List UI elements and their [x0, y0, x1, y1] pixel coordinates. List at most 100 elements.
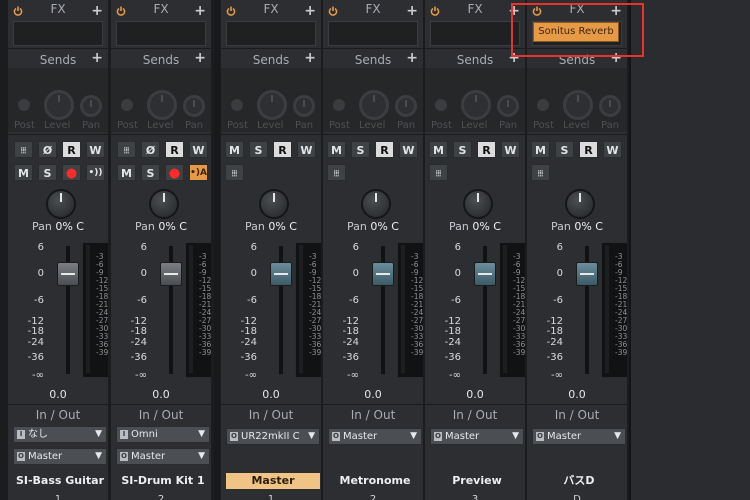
send-pan-knob[interactable] [293, 95, 315, 117]
send-level-knob[interactable] [44, 90, 74, 120]
send-level-knob[interactable] [563, 90, 593, 120]
sends-header: Sends + [221, 50, 321, 68]
solo-button[interactable]: S [38, 164, 57, 181]
send-level-knob[interactable] [257, 90, 287, 120]
track-name[interactable]: SI-Bass Guitar [13, 473, 107, 489]
add-fx-icon[interactable]: + [194, 4, 206, 18]
phase-button[interactable]: Ø [141, 141, 160, 158]
write-button[interactable]: W [603, 141, 622, 158]
level-meter: -3 -6 -9 -12 -15 -18 -21 -24 -27 -30 -33… [185, 242, 211, 378]
pan-knob[interactable] [463, 189, 493, 219]
add-send-icon[interactable]: + [91, 51, 103, 65]
post-toggle[interactable] [18, 99, 30, 111]
send-pan-knob[interactable] [599, 95, 621, 117]
bus-name[interactable]: Metronome [328, 473, 422, 489]
send-level-knob[interactable] [461, 90, 491, 120]
write-button[interactable]: W [86, 141, 105, 158]
solo-button[interactable]: S [351, 141, 370, 158]
input-echo-button[interactable]: ⦙⦙⦙ [14, 141, 33, 158]
pan-knob[interactable] [565, 189, 595, 219]
record-arm-button[interactable]: ● [62, 164, 81, 181]
fx-bin[interactable] [13, 21, 103, 46]
bus-name[interactable]: Master [226, 473, 320, 489]
write-button[interactable]: W [189, 141, 208, 158]
input-monitor-button[interactable]: •)) [86, 164, 105, 181]
phase-button[interactable]: Ø [38, 141, 57, 158]
write-button[interactable]: W [297, 141, 316, 158]
pan-knob[interactable] [259, 189, 289, 219]
record-arm-button[interactable]: ● [165, 164, 184, 181]
read-button[interactable]: R [273, 141, 292, 158]
input-echo-button[interactable]: ⦙⦙⦙ [327, 164, 346, 181]
write-button[interactable]: W [399, 141, 418, 158]
mute-button[interactable]: M [531, 141, 550, 158]
post-toggle[interactable] [537, 99, 549, 111]
db-label: -∞ [449, 370, 461, 381]
volume-fader[interactable] [57, 262, 79, 286]
output-select[interactable]: O Master ▼ [116, 448, 210, 465]
post-label: Post [329, 120, 350, 131]
add-send-icon[interactable]: + [304, 51, 316, 65]
volume-fader[interactable] [160, 262, 182, 286]
post-toggle[interactable] [333, 99, 345, 111]
db-label: -18 [444, 326, 461, 337]
solo-button[interactable]: S [555, 141, 574, 158]
output-select[interactable]: O UR22mkII C ▼ [226, 428, 320, 445]
send-level-knob[interactable] [147, 90, 177, 120]
add-send-icon[interactable]: + [194, 51, 206, 65]
send-pan-knob[interactable] [497, 95, 519, 117]
pan-readout: Pan 0% C [245, 220, 297, 233]
read-button[interactable]: R [62, 141, 81, 158]
send-pan-knob[interactable] [183, 95, 205, 117]
volume-fader[interactable] [372, 262, 394, 286]
post-toggle[interactable] [435, 99, 447, 111]
add-send-icon[interactable]: + [406, 51, 418, 65]
send-level-knob[interactable] [359, 90, 389, 120]
output-select[interactable]: O Master ▼ [328, 428, 422, 445]
fx-bin[interactable] [328, 21, 418, 46]
mute-button[interactable]: M [429, 141, 448, 158]
mute-button[interactable]: M [225, 141, 244, 158]
read-button[interactable]: R [165, 141, 184, 158]
input-echo-button[interactable]: ⦙⦙⦙ [531, 164, 550, 181]
fx-bin[interactable] [226, 21, 316, 46]
solo-button[interactable]: S [453, 141, 472, 158]
add-fx-icon[interactable]: + [91, 4, 103, 18]
input-select[interactable]: I Omni ▼ [116, 426, 210, 443]
output-select[interactable]: O Master ▼ [13, 448, 107, 465]
pan-knob[interactable] [46, 189, 76, 219]
track-name[interactable]: SI-Drum Kit 1 [116, 473, 210, 489]
volume-fader[interactable] [474, 262, 496, 286]
input-select[interactable]: I なし ▼ [13, 426, 107, 443]
bus-name[interactable]: Preview [430, 473, 524, 489]
read-button[interactable]: R [375, 141, 394, 158]
input-monitor-button[interactable]: •)A [189, 164, 208, 181]
add-fx-icon[interactable]: + [304, 4, 316, 18]
mute-button[interactable]: M [14, 164, 33, 181]
pan-knob[interactable] [149, 189, 179, 219]
pan-knob[interactable] [361, 189, 391, 219]
input-echo-button[interactable]: ⦙⦙⦙ [225, 164, 244, 181]
write-button[interactable]: W [501, 141, 520, 158]
input-echo-button[interactable]: ⦙⦙⦙ [117, 141, 136, 158]
read-button[interactable]: R [477, 141, 496, 158]
solo-button[interactable]: S [141, 164, 160, 181]
output-select[interactable]: O Master ▼ [430, 428, 524, 445]
solo-button[interactable]: S [249, 141, 268, 158]
fx-bin[interactable] [430, 21, 520, 46]
mute-button[interactable]: M [327, 141, 346, 158]
read-button[interactable]: R [579, 141, 598, 158]
mute-button[interactable]: M [117, 164, 136, 181]
fx-bin[interactable] [116, 21, 206, 46]
post-toggle[interactable] [121, 99, 133, 111]
send-pan-knob[interactable] [80, 95, 102, 117]
input-echo-button[interactable]: ⦙⦙⦙ [429, 164, 448, 181]
bus-name[interactable]: バスD [532, 473, 626, 489]
send-pan-knob[interactable] [395, 95, 417, 117]
db-label: -6 [451, 295, 461, 306]
volume-fader[interactable] [576, 262, 598, 286]
add-fx-icon[interactable]: + [406, 4, 418, 18]
volume-fader[interactable] [270, 262, 292, 286]
post-toggle[interactable] [231, 99, 243, 111]
output-select[interactable]: O Master ▼ [532, 428, 626, 445]
